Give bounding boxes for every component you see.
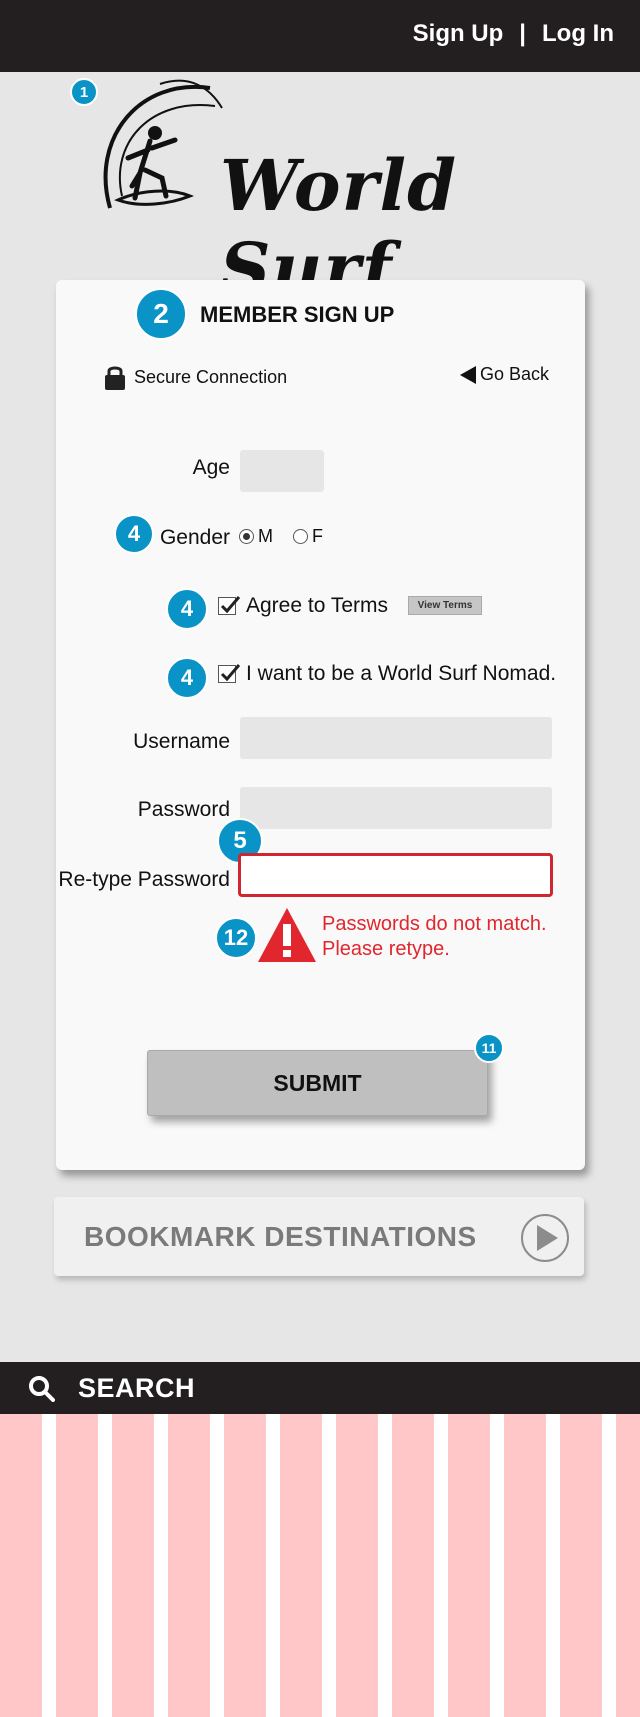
go-back-label: Go Back	[480, 364, 550, 384]
bookmark-destinations-label: BOOKMARK DESTINATIONS	[84, 1221, 477, 1252]
play-icon	[521, 1214, 569, 1262]
username-label: Username	[133, 730, 230, 753]
gender-option-f-label: F	[312, 526, 323, 546]
submit-button[interactable]: SUBMIT	[147, 1050, 488, 1116]
go-back-link[interactable]: Go Back	[460, 364, 549, 385]
radio-selected-icon	[239, 529, 254, 544]
password-label: Password	[137, 798, 230, 821]
view-terms-button[interactable]: View Terms	[408, 596, 482, 615]
username-input[interactable]	[240, 717, 552, 759]
search-label: SEARCH	[78, 1373, 196, 1403]
error-line-2: Please retype.	[322, 938, 450, 960]
striped-placeholder-area	[0, 1414, 640, 1717]
callout-badge-4-nomad: 4	[166, 657, 208, 699]
callout-badge-4-terms: 4	[166, 588, 208, 630]
retype-password-label: Re-type Password	[58, 868, 230, 891]
log-in-link[interactable]: Log In	[542, 20, 614, 48]
radio-unselected-icon	[293, 529, 308, 544]
password-error-message: Passwords do not match. Please retype.	[322, 912, 547, 962]
checkmark-icon	[220, 664, 241, 682]
gender-option-m-label: M	[258, 526, 273, 546]
lock-icon	[105, 366, 125, 390]
checkmark-icon	[220, 596, 241, 614]
nomad-checkbox[interactable]	[218, 664, 241, 683]
warning-icon	[258, 908, 316, 962]
secure-connection-label: Secure Connection	[134, 366, 288, 387]
top-nav: Sign Up | Log In	[413, 20, 614, 48]
callout-badge-1: 1	[70, 78, 98, 106]
age-input[interactable]	[240, 450, 324, 492]
agree-terms-label: Agree to Terms	[246, 594, 389, 617]
agree-terms-checkbox[interactable]	[218, 596, 241, 615]
secure-connection: Secure Connection	[104, 364, 287, 390]
gender-label: Gender	[159, 526, 230, 549]
password-input[interactable]	[240, 787, 552, 829]
nomad-row: I want to be a World Surf Nomad.	[218, 662, 556, 686]
search-bar[interactable]: SEARCH	[0, 1362, 640, 1414]
back-arrow-icon	[460, 365, 476, 384]
gender-radio-group: M F	[239, 526, 323, 547]
gender-option-f[interactable]: F	[293, 526, 323, 547]
error-line-1: Passwords do not match.	[322, 913, 547, 935]
bookmark-destinations-button[interactable]: BOOKMARK DESTINATIONS	[54, 1197, 584, 1276]
age-label: Age	[192, 456, 230, 479]
form-title: MEMBER SIGN UP	[200, 302, 395, 327]
nav-separator: |	[519, 20, 527, 47]
callout-badge-12: 12	[215, 917, 257, 959]
agree-terms-row: Agree to Terms	[218, 594, 388, 618]
callout-badge-11: 11	[474, 1033, 504, 1063]
gender-option-m[interactable]: M	[239, 526, 273, 547]
retype-password-input[interactable]	[238, 853, 553, 897]
sign-up-link[interactable]: Sign Up	[413, 20, 504, 48]
search-icon	[29, 1376, 55, 1402]
callout-badge-4-gender: 4	[114, 514, 154, 554]
nomad-label: I want to be a World Surf Nomad.	[246, 662, 557, 685]
top-bar: Sign Up | Log In	[0, 0, 640, 72]
callout-badge-2: 2	[135, 288, 187, 340]
